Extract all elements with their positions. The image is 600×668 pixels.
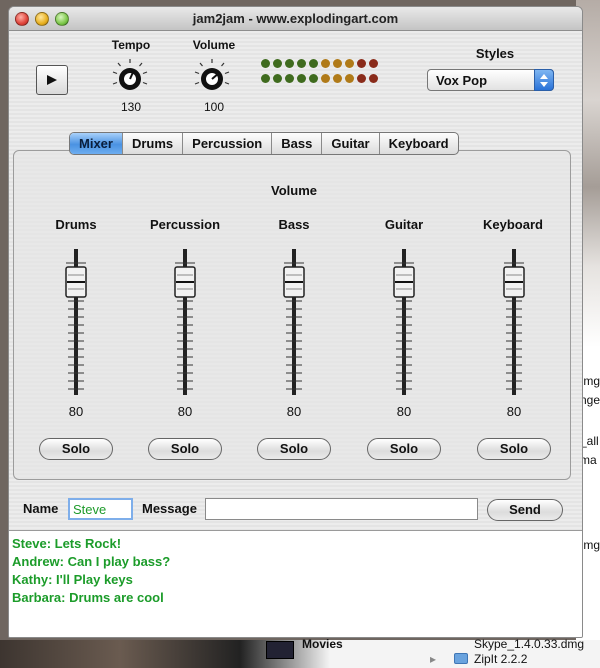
finder-item-zipit[interactable]: ZipIt 2.2.2 <box>474 652 527 666</box>
name-label: Name <box>23 501 59 516</box>
finder-item-movies[interactable]: Movies <box>302 637 343 651</box>
tab-drums[interactable]: Drums <box>123 133 184 154</box>
dropdown-arrows-icon <box>534 69 554 91</box>
play-icon <box>47 75 57 85</box>
styles-selected-value: Vox Pop <box>436 73 488 88</box>
tab-mixer[interactable]: Mixer <box>70 133 123 154</box>
finder-item-skype[interactable]: Skype_1.4.0.33.dmg <box>474 637 584 651</box>
fader-keyboard[interactable] <box>494 243 534 403</box>
folder-icon <box>454 653 468 664</box>
channel-label-keyboard: Keyboard <box>483 217 543 232</box>
channel-label-percussion: Percussion <box>149 217 221 232</box>
volume-label: Volume <box>192 38 236 52</box>
channel-value-guitar: 80 <box>396 404 412 419</box>
disclosure-triangle-icon[interactable]: ▸ <box>430 652 436 666</box>
fader-percussion[interactable] <box>165 243 205 403</box>
volume-knob[interactable] <box>192 57 232 97</box>
mixer-volume-heading: Volume <box>271 183 317 198</box>
tempo-label: Tempo <box>111 38 151 52</box>
styles-label: Styles <box>475 46 515 61</box>
app-window: jam2jam - www.explodingart.com Tempo 130… <box>8 6 583 638</box>
solo-button-drums[interactable]: Solo <box>39 438 113 460</box>
channel-label-guitar: Guitar <box>384 217 424 232</box>
name-input[interactable] <box>68 498 133 520</box>
chat-message: Kathy: I'll Play keys <box>12 572 133 587</box>
solo-button-guitar[interactable]: Solo <box>367 438 441 460</box>
styles-dropdown[interactable]: Vox Pop <box>427 69 554 91</box>
window-title: jam2jam - www.explodingart.com <box>192 11 399 26</box>
channel-value-percussion: 80 <box>177 404 193 419</box>
send-button[interactable]: Send <box>487 499 563 521</box>
chat-message: Barbara: Drums are cool <box>12 590 164 605</box>
desktop-text-fragment: nge <box>580 393 600 407</box>
message-input[interactable] <box>205 498 478 520</box>
tab-bar: Mixer Drums Percussion Bass Guitar Keybo… <box>69 132 459 155</box>
solo-button-bass[interactable]: Solo <box>257 438 331 460</box>
movies-folder-icon[interactable] <box>266 641 294 659</box>
solo-button-keyboard[interactable]: Solo <box>477 438 551 460</box>
tempo-knob[interactable] <box>110 57 150 97</box>
tab-guitar[interactable]: Guitar <box>322 133 380 154</box>
title-bar[interactable]: jam2jam - www.explodingart.com <box>9 7 582 31</box>
channel-value-drums: 80 <box>68 404 84 419</box>
solo-button-percussion[interactable]: Solo <box>148 438 222 460</box>
play-button[interactable] <box>36 65 68 95</box>
message-label: Message <box>142 501 197 516</box>
tab-keyboard[interactable]: Keyboard <box>380 133 458 154</box>
fader-guitar[interactable] <box>384 243 424 403</box>
channel-label-drums: Drums <box>55 217 97 232</box>
channel-value-keyboard: 80 <box>506 404 522 419</box>
fader-bass[interactable] <box>274 243 314 403</box>
level-meter <box>261 59 378 89</box>
tab-percussion[interactable]: Percussion <box>183 133 273 154</box>
tempo-value: 130 <box>120 100 142 114</box>
channel-value-bass: 80 <box>286 404 302 419</box>
desktop-text-fragment: Img <box>580 374 600 388</box>
channel-label-bass: Bass <box>278 217 310 232</box>
volume-value: 100 <box>203 100 225 114</box>
chat-log[interactable]: Steve: Lets Rock! Andrew: Can I play bas… <box>9 530 582 637</box>
fader-drums[interactable] <box>56 243 96 403</box>
level-meter-row <box>261 59 378 68</box>
chat-message: Andrew: Can I play bass? <box>12 554 171 569</box>
level-meter-row <box>261 74 378 83</box>
desktop-text-fragment: Img <box>580 538 600 552</box>
tab-bass[interactable]: Bass <box>272 133 323 154</box>
chat-message: Steve: Lets Rock! <box>12 536 122 551</box>
